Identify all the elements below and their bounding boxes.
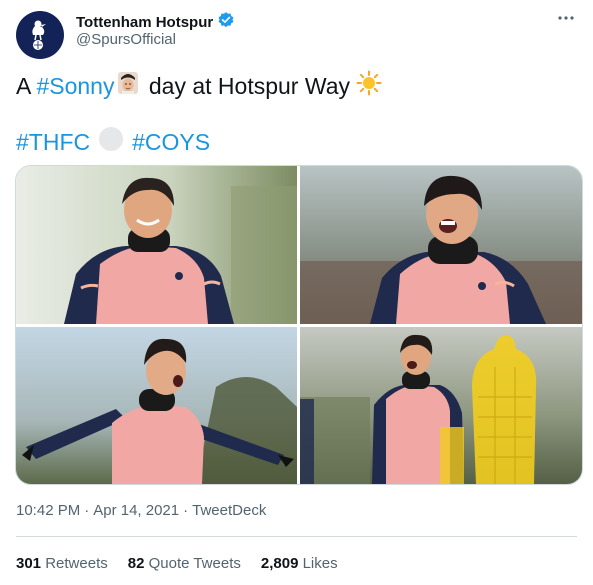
media-grid <box>15 165 583 485</box>
hashtag-coys[interactable]: #COYS <box>132 129 210 156</box>
avatar[interactable] <box>16 11 64 59</box>
photo-4[interactable] <box>300 327 582 484</box>
sun-icon <box>356 70 382 102</box>
retweets-label: Retweets <box>45 555 108 572</box>
quote-tweets-label: Quote Tweets <box>148 555 241 572</box>
more-options-button[interactable] <box>553 8 579 28</box>
hashtag-sonny[interactable]: #Sonny <box>36 73 114 100</box>
tweet-text-line-1: A #Sonny day at Hotspur Way <box>16 70 384 102</box>
retweets-count: 301 <box>16 555 42 572</box>
quote-tweets-stat[interactable]: 82 Quote Tweets <box>128 555 241 572</box>
meta-separator: · <box>183 502 189 519</box>
author-handle[interactable]: @SpursOfficial <box>76 31 176 48</box>
ellipsis-icon <box>558 16 574 20</box>
photo-3[interactable] <box>16 327 297 484</box>
photo-2[interactable] <box>300 166 582 324</box>
meta-separator: · <box>84 502 90 519</box>
likes-count: 2,809 <box>260 555 299 572</box>
tweet-time[interactable]: 10:42 PM <box>16 502 80 519</box>
tweet-text-line-2: #THFC #COYS <box>16 126 210 158</box>
tweet-source[interactable]: TweetDeck <box>192 502 266 519</box>
tweet-meta: 10:42 PM · Apr 14, 2021 · TweetDeck <box>16 502 266 519</box>
photo-1[interactable] <box>16 166 297 324</box>
likes-label: Likes <box>302 555 338 572</box>
retweets-stat[interactable]: 301 Retweets <box>16 555 108 572</box>
tweet-text-suffix: day at Hotspur Way <box>142 72 350 99</box>
cockerel-logo-icon <box>32 20 46 50</box>
author-display-name[interactable]: Tottenham Hotspur <box>76 14 213 31</box>
tweet-stats: 301 Retweets 82 Quote Tweets 2,809 Likes <box>16 555 338 572</box>
quote-tweets-count: 82 <box>127 555 145 572</box>
verified-badge-icon <box>217 11 235 34</box>
divider <box>16 536 577 537</box>
hashtag-thfc[interactable]: #THFC <box>16 129 90 156</box>
tweet-date[interactable]: Apr 14, 2021 <box>93 502 179 519</box>
face-icon <box>116 70 140 102</box>
tweet-text-prefix: A <box>16 72 37 99</box>
white-circle-icon <box>98 126 124 158</box>
likes-stat[interactable]: 2,809 Likes <box>261 555 338 572</box>
